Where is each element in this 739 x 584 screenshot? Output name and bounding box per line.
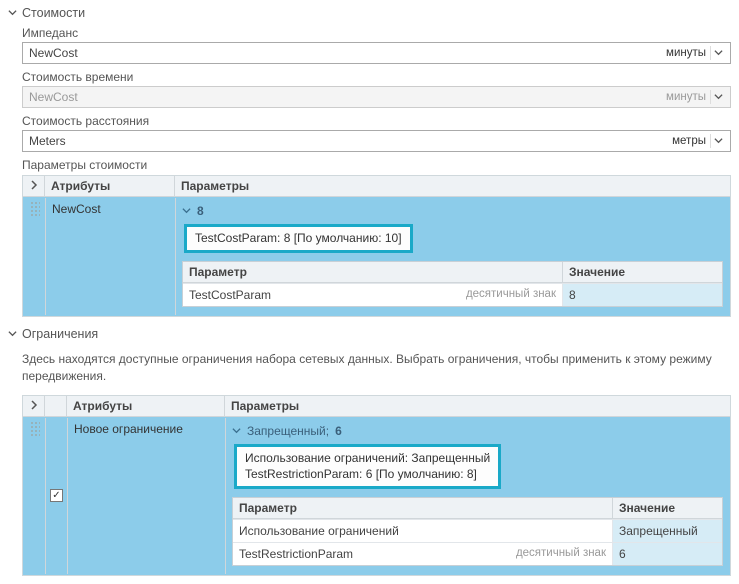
restriction-param-name: TestRestrictionParam (239, 547, 516, 561)
costs-title: Стоимости (22, 6, 85, 20)
cost-inner-table: Параметр Значение TestCostParam десятичн… (182, 261, 723, 307)
attr-column-header[interactable]: Атрибуты (67, 396, 225, 416)
restrictions-table: Атрибуты Параметры ✓ Новое ограничение З… (22, 395, 731, 576)
time-cost-unit: минуты (666, 91, 706, 103)
cost-callout: TestCostParam: 8 [По умолчанию: 10] (184, 224, 413, 253)
checkbox-column-header (45, 396, 67, 416)
restrictions-title: Ограничения (22, 327, 98, 341)
cost-params-title: Параметры стоимости (22, 158, 731, 172)
distance-cost-unit: метры (672, 135, 706, 147)
params-column-header[interactable]: Параметры (175, 176, 730, 196)
cost-params-expander[interactable]: 8 (182, 202, 723, 218)
params-column-header[interactable]: Параметры (225, 396, 730, 416)
chevron-down-icon (710, 134, 726, 148)
restriction-callout: Использование ограничений: Запрещенный T… (234, 444, 501, 489)
value-col-header[interactable]: Значение (613, 498, 722, 518)
chevron-down-icon (182, 204, 191, 218)
restriction-params-expander[interactable]: Запрещенный; 6 (232, 422, 723, 438)
restriction-param-type: десятичный знак (516, 547, 606, 561)
value-col-header[interactable]: Значение (563, 262, 722, 282)
drag-handle[interactable] (24, 198, 46, 315)
chevron-down-icon (232, 424, 241, 438)
drag-handle[interactable] (24, 418, 46, 574)
restriction-inner-row[interactable]: Использование ограничений Запрещенный (233, 519, 722, 542)
restrictions-section-header[interactable]: Ограничения (0, 325, 739, 345)
restriction-param-name: Использование ограничений (239, 524, 606, 538)
param-col-header[interactable]: Параметр (183, 262, 563, 282)
distance-cost-value: Meters (29, 134, 672, 148)
param-col-header[interactable]: Параметр (233, 498, 613, 518)
cost-inner-row[interactable]: TestCostParam десятичный знак 8 (183, 283, 722, 306)
restrictions-description: Здесь находятся доступные ограничения на… (22, 351, 731, 385)
cost-expander-value: 8 (197, 204, 204, 218)
restrictions-row[interactable]: ✓ Новое ограничение Запрещенный; 6 Испол… (23, 417, 730, 575)
cost-param-value[interactable]: 8 (563, 284, 722, 306)
attr-column-header[interactable]: Атрибуты (45, 176, 175, 196)
time-cost-combo: NewCost минуты (22, 86, 731, 108)
time-cost-value: NewCost (29, 90, 666, 104)
distance-cost-combo[interactable]: Meters метры (22, 130, 731, 152)
restriction-expander-value: 6 (335, 424, 342, 438)
costs-section-header[interactable]: Стоимости (0, 4, 739, 24)
restriction-param-value[interactable]: Запрещенный (613, 520, 722, 542)
cost-param-type: десятичный знак (466, 288, 556, 302)
restriction-param-value[interactable]: 6 (613, 543, 722, 565)
cost-param-name: TestCostParam (189, 288, 466, 302)
impedance-unit: минуты (666, 47, 706, 59)
cost-params-table: Атрибуты Параметры NewCost 8 TestCostPar… (22, 175, 731, 317)
chevron-down-icon (8, 327, 22, 341)
impedance-value: NewCost (29, 46, 666, 60)
restriction-attr-name: Новое ограничение (68, 418, 226, 574)
cost-attr-name: NewCost (46, 198, 176, 315)
restriction-inner-table: Параметр Значение Использование ограниче… (232, 497, 723, 566)
cost-params-row[interactable]: NewCost 8 TestCostParam: 8 [По умолчанию… (23, 197, 730, 316)
impedance-label: Импеданс (22, 26, 731, 40)
time-cost-label: Стоимость времени (22, 70, 731, 84)
restriction-checkbox[interactable]: ✓ (50, 489, 63, 502)
impedance-combo[interactable]: NewCost минуты (22, 42, 731, 64)
restriction-inner-row[interactable]: TestRestrictionParam десятичный знак 6 (233, 542, 722, 565)
distance-cost-label: Стоимость расстояния (22, 114, 731, 128)
chevron-down-icon (710, 46, 726, 60)
chevron-down-icon (710, 90, 726, 104)
chevron-down-icon (8, 6, 22, 20)
restriction-expander-label: Запрещенный; (247, 424, 329, 438)
drag-column-header (23, 396, 45, 416)
drag-column-header (23, 176, 45, 196)
